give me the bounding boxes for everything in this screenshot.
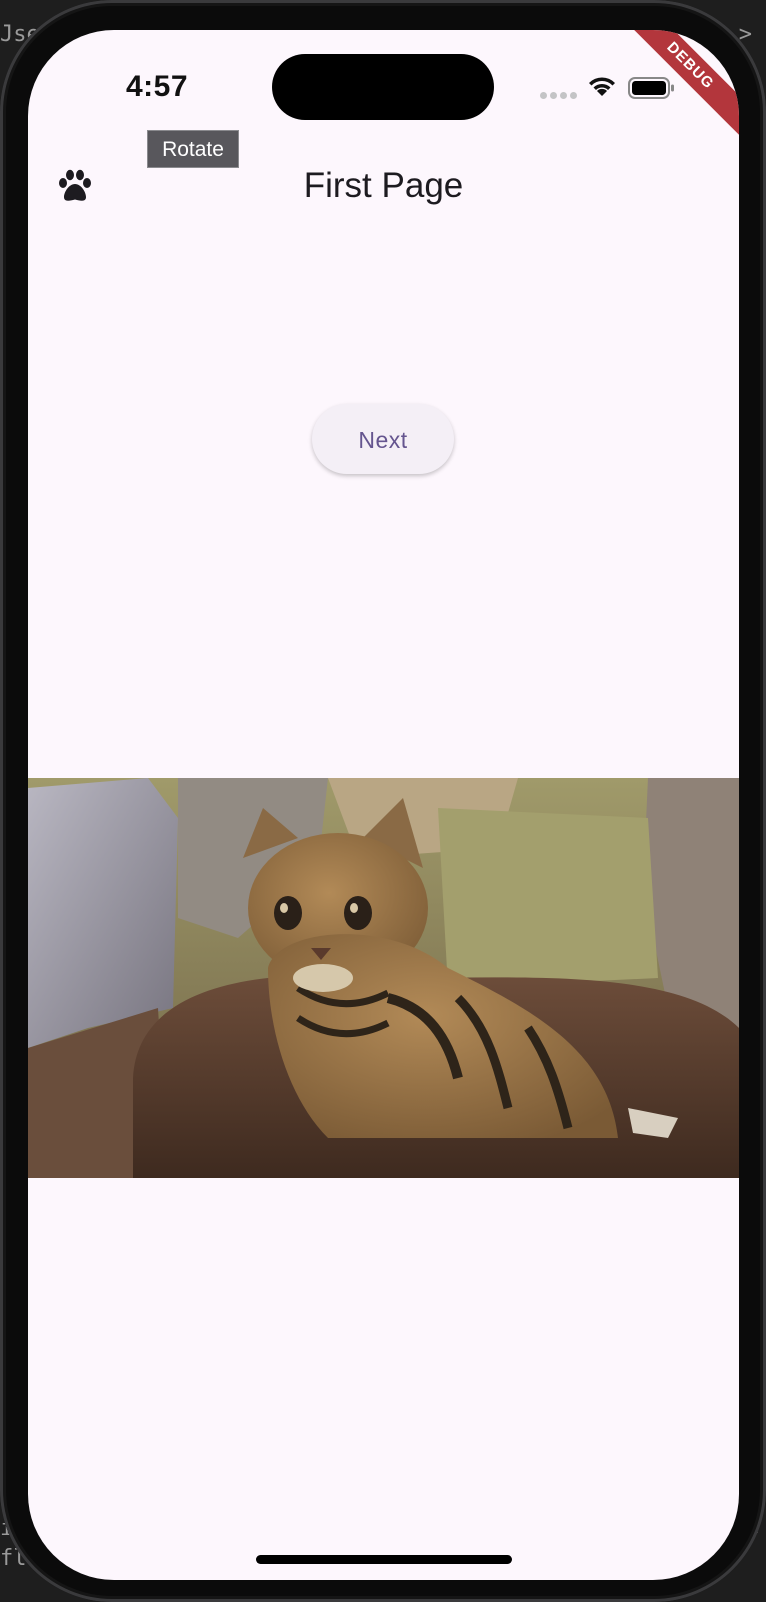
cat-photo — [28, 778, 739, 1178]
dynamic-island — [272, 54, 494, 120]
wifi-icon — [589, 77, 615, 96]
next-button[interactable]: Next — [312, 404, 454, 474]
rotate-tooltip: Rotate — [147, 130, 239, 168]
battery-icon — [628, 77, 674, 99]
status-time: 4:57 — [126, 70, 189, 103]
phone-screen: 4:57 DEBUG Rotate First Page Next — [28, 30, 739, 1580]
cellular-signal-icon — [540, 92, 577, 99]
page-title: First Page — [303, 166, 464, 205]
home-indicator[interactable] — [256, 1555, 512, 1564]
phone-frame: 4:57 DEBUG Rotate First Page Next — [0, 0, 766, 1602]
